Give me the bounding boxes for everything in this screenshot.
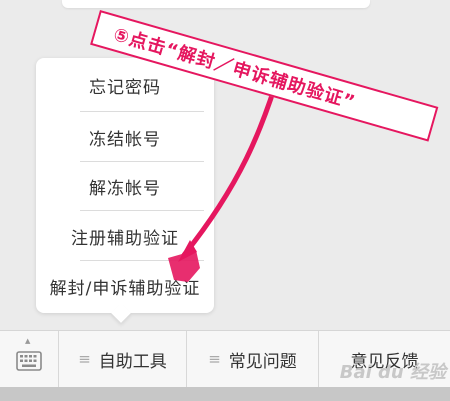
menu-item-unban-appeal-verification[interactable]: 解封/申诉辅助验证 xyxy=(36,261,214,311)
bottom-edge-strip xyxy=(0,387,450,401)
menu-item-freeze-account[interactable]: 冻结帐号 xyxy=(36,112,214,162)
menu-icon: ≡ xyxy=(208,350,221,368)
top-card xyxy=(62,0,370,8)
tab-label: 常见问题 xyxy=(228,351,297,372)
menu-item-unfreeze-account[interactable]: 解冻帐号 xyxy=(36,161,214,211)
menu-item-registration-verification[interactable]: 注册辅助验证 xyxy=(36,211,214,261)
menu-icon: ≡ xyxy=(78,350,91,368)
caret-up-icon: ▲ xyxy=(25,337,31,345)
keyboard-toggle-button[interactable]: ▲ xyxy=(0,331,59,387)
tab-faq[interactable]: ≡ 常见问题 xyxy=(187,331,319,387)
baidu-watermark: Bai du 经验 xyxy=(339,362,446,383)
keyboard-icon xyxy=(16,351,42,371)
tab-label: 自助工具 xyxy=(98,351,167,372)
tab-self-service-tools[interactable]: ≡ 自助工具 xyxy=(59,331,187,387)
self-service-popup-menu: 忘记密码 冻结帐号 解冻帐号 注册辅助验证 解封/申诉辅助验证 xyxy=(36,58,214,313)
